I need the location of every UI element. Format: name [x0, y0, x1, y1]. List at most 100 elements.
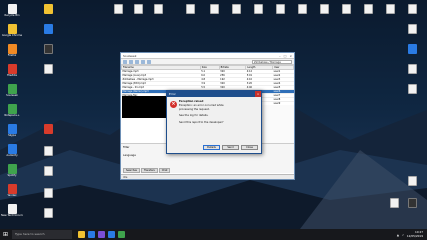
- desktop-icon[interactable]: [40, 24, 56, 34]
- document-icon: [133, 4, 143, 14]
- desktop-icon[interactable]: [40, 124, 56, 134]
- bottom-tabs: Searches Transfers Chat: [123, 168, 171, 173]
- document-icon: [153, 4, 163, 14]
- desktop-icon[interactable]: FileZilla: [4, 64, 20, 77]
- desktop-icon[interactable]: Notepad++: [4, 104, 20, 117]
- desktop-icon[interactable]: [40, 208, 56, 218]
- desktop-icon[interactable]: Recycle Bin: [4, 4, 20, 17]
- tab-chat[interactable]: Chat: [158, 168, 171, 173]
- desktop-icon[interactable]: [386, 198, 402, 208]
- dialog-titlebar[interactable]: Error ×: [167, 91, 261, 97]
- desktop-icon[interactable]: [404, 24, 420, 34]
- edge-icon[interactable]: [88, 231, 95, 238]
- skype-icon: [7, 124, 17, 134]
- firefox-icon: [7, 44, 17, 54]
- desktop-icon-label: Notepad++: [4, 114, 20, 117]
- app-icon: [407, 44, 417, 54]
- network-icon[interactable]: ▲: [397, 233, 399, 237]
- document-icon: [407, 84, 417, 94]
- close-button[interactable]: ×: [289, 54, 292, 58]
- desktop-icon[interactable]: [40, 4, 56, 14]
- document-icon: [113, 4, 123, 14]
- language-field[interactable]: Language: [123, 154, 136, 157]
- desktop-icon-label: Recycle Bin: [4, 14, 20, 17]
- desktop-icon[interactable]: [404, 4, 420, 14]
- desktop-icon[interactable]: [272, 4, 288, 14]
- document-icon: [43, 208, 53, 218]
- clock[interactable]: 10:27 12/05/2019: [407, 230, 423, 238]
- status-bar: Idle: [121, 174, 294, 179]
- desktop-icon[interactable]: [250, 4, 266, 14]
- search-icon[interactable]: [135, 59, 139, 64]
- dialog-heading: Exception raised: [179, 100, 204, 103]
- settings-icon[interactable]: [147, 59, 151, 64]
- download-icon[interactable]: [141, 59, 145, 64]
- desktop-icon[interactable]: [382, 4, 398, 14]
- document-icon: [407, 64, 417, 74]
- maximize-button[interactable]: □: [284, 54, 287, 58]
- desktop-icon[interactable]: [110, 4, 126, 14]
- desktop-icon[interactable]: Yandex: [4, 184, 20, 197]
- document-icon: [43, 166, 53, 176]
- app-icon: [43, 124, 53, 134]
- send-button[interactable]: Send: [222, 145, 239, 150]
- search-input[interactable]: Zimbabwe / Marrage: [252, 59, 292, 64]
- desktop-icon[interactable]: [404, 198, 420, 208]
- store-icon[interactable]: [98, 231, 105, 238]
- minimize-button[interactable]: –: [279, 54, 281, 58]
- volume-icon[interactable]: ♪: [402, 233, 404, 237]
- desktop-icon[interactable]: [40, 64, 56, 74]
- desktop-icon[interactable]: [40, 166, 56, 176]
- tab-searches[interactable]: Searches: [123, 168, 140, 173]
- dialog-close-button[interactable]: ×: [255, 91, 261, 97]
- desktop-icon[interactable]: [404, 44, 420, 54]
- desktop-icon[interactable]: Skype: [4, 124, 20, 137]
- document-icon: [389, 198, 399, 208]
- desktop-icon[interactable]: [130, 4, 146, 14]
- document-icon: [43, 146, 53, 156]
- desktop-icon-label: Spotify: [7, 174, 17, 177]
- desktop-icon[interactable]: [206, 4, 222, 14]
- details-button[interactable]: Details: [203, 145, 220, 150]
- recycle-bin-icon: [7, 4, 17, 14]
- desktop-icon[interactable]: [40, 44, 56, 54]
- desktop-icon[interactable]: [360, 4, 376, 14]
- desktop-icon[interactable]: [316, 4, 332, 14]
- desktop-icon[interactable]: [40, 146, 56, 156]
- chrome-icon[interactable]: [118, 231, 125, 238]
- desktop-icon[interactable]: [404, 176, 420, 186]
- back-icon[interactable]: [123, 59, 127, 64]
- document-icon: [231, 4, 241, 14]
- desktop-icon[interactable]: Audacity: [4, 144, 20, 157]
- file-explorer-icon[interactable]: [78, 231, 85, 238]
- desktop-icon[interactable]: Firefox: [4, 44, 20, 57]
- desktop-icon[interactable]: [404, 64, 420, 74]
- desktop-icon[interactable]: [338, 4, 354, 14]
- desktop-icon[interactable]: Google Chrome: [2, 24, 22, 37]
- document-icon: [407, 176, 417, 186]
- desktop-icon[interactable]: [182, 4, 198, 14]
- taskbar-search-input[interactable]: Type here to search: [12, 230, 72, 239]
- document-icon: [209, 4, 219, 14]
- desktop-icon[interactable]: Soulseek: [4, 84, 20, 97]
- dialog-close-btn[interactable]: Close: [241, 145, 258, 150]
- desktop-icon[interactable]: [294, 4, 310, 14]
- document-icon: [319, 4, 329, 14]
- filter-field[interactable]: Filter: [123, 146, 129, 149]
- taskbar: ⊞ Type here to search ▲ ♪ 10:27 12/05/20…: [0, 229, 427, 240]
- spotify-icon: [7, 164, 17, 174]
- mail-icon[interactable]: [108, 231, 115, 238]
- desktop-icon[interactable]: New Text Document: [1, 204, 23, 217]
- windows-start-icon[interactable]: ⊞: [0, 229, 11, 240]
- tab-transfers[interactable]: Transfers: [140, 168, 158, 173]
- error-dialog[interactable]: Error × × Exception raised Exception: an…: [166, 90, 262, 154]
- forward-icon[interactable]: [129, 59, 133, 64]
- folder-icon: [43, 4, 53, 14]
- desktop-icon[interactable]: [404, 84, 420, 94]
- document-icon: [407, 4, 417, 14]
- chrome-icon: [7, 24, 17, 34]
- desktop-icon[interactable]: [228, 4, 244, 14]
- desktop-icon[interactable]: [150, 4, 166, 14]
- desktop-icon[interactable]: [40, 188, 56, 198]
- desktop-icon[interactable]: Spotify: [4, 164, 20, 177]
